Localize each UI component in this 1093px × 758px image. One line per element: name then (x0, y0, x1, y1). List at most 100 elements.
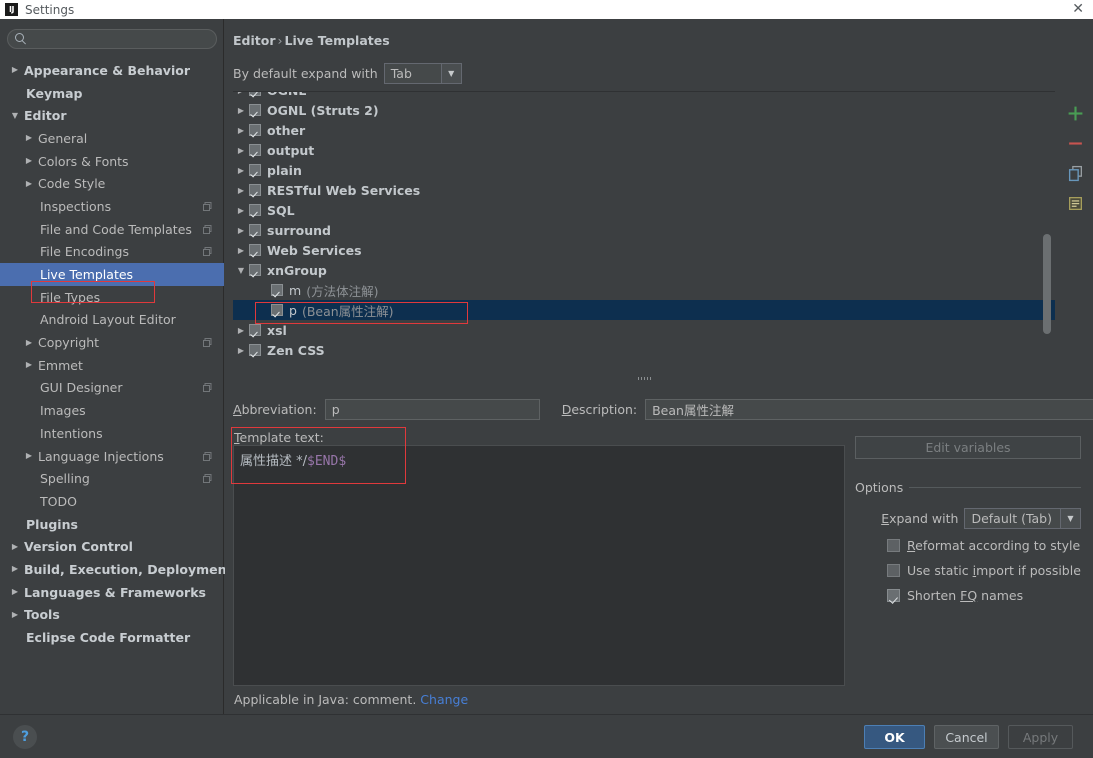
chevron-right-icon[interactable]: ▶ (10, 611, 20, 619)
chevron-right-icon[interactable]: ▶ (233, 126, 249, 135)
sidebar-item-file-encodings[interactable]: File Encodings (0, 241, 224, 264)
row-checkbox[interactable] (249, 104, 261, 116)
chevron-right-icon[interactable]: ▶ (24, 134, 34, 142)
apply-button[interactable]: Apply (1008, 725, 1073, 749)
sidebar-item-intentions[interactable]: Intentions (0, 422, 224, 445)
chevron-right-icon[interactable]: ▶ (10, 543, 20, 551)
search-input[interactable] (27, 32, 216, 46)
sidebar-item-gui-designer[interactable]: GUI Designer (0, 377, 224, 400)
row-checkbox[interactable] (249, 91, 261, 96)
tree-scrollbar-thumb[interactable] (1043, 234, 1051, 334)
sidebar-item-keymap[interactable]: Keymap (0, 82, 224, 105)
table-row[interactable]: ▶output (233, 140, 1055, 160)
chevron-right-icon[interactable]: ▶ (233, 186, 249, 195)
table-row[interactable]: ▶Zen CSS (233, 340, 1055, 360)
chevron-right-icon[interactable]: ▶ (233, 166, 249, 175)
chevron-right-icon[interactable]: ▶ (233, 346, 249, 355)
sidebar-item-file-and-code-templates[interactable]: File and Code Templates (0, 218, 224, 241)
checkbox-use-static-import[interactable]: Use static import if possible (887, 563, 1081, 578)
chevron-right-icon[interactable]: ▶ (233, 326, 249, 335)
close-icon[interactable]: ✕ (1072, 2, 1084, 16)
chevron-right-icon[interactable]: ▶ (24, 361, 34, 369)
table-row[interactable]: ▶plain (233, 160, 1055, 180)
row-checkbox[interactable] (249, 204, 261, 216)
sidebar-item-todo[interactable]: TODO (0, 490, 224, 513)
add-icon[interactable] (1067, 105, 1084, 122)
chevron-right-icon[interactable]: ▶ (10, 565, 20, 573)
sidebar-item-version-control[interactable]: ▶Version Control (0, 535, 224, 558)
table-row[interactable]: ▶surround (233, 220, 1055, 240)
sidebar-item-colors-fonts[interactable]: ▶Colors & Fonts (0, 150, 224, 173)
table-row[interactable]: ▶other (233, 120, 1055, 140)
row-checkbox[interactable] (249, 144, 261, 156)
expand-with-combo[interactable]: Default (Tab) ▼ (964, 508, 1081, 529)
sidebar-item-eclipse-code-formatter[interactable]: Eclipse Code Formatter (0, 626, 224, 649)
chevron-right-icon[interactable]: ▶ (24, 339, 34, 347)
sidebar-item-plugins[interactable]: Plugins (0, 513, 224, 536)
description-input[interactable]: Bean属性注解 (645, 399, 1093, 420)
chevron-down-icon[interactable]: ▼ (10, 112, 20, 120)
change-context-link[interactable]: Change (416, 692, 468, 707)
sidebar-item-code-style[interactable]: ▶Code Style (0, 172, 224, 195)
chevron-right-icon[interactable]: ▶ (24, 157, 34, 165)
row-checkbox[interactable] (249, 184, 261, 196)
chevron-right-icon[interactable]: ▶ (233, 246, 249, 255)
table-row[interactable]: ▶xsl (233, 320, 1055, 340)
chevron-right-icon[interactable]: ▶ (24, 452, 34, 460)
table-row[interactable]: p(Bean属性注解) (233, 300, 1055, 320)
table-row[interactable]: ▼xnGroup (233, 260, 1055, 280)
breadcrumb-parent[interactable]: Editor (233, 33, 276, 48)
sidebar-item-inspections[interactable]: Inspections (0, 195, 224, 218)
sidebar-item-editor[interactable]: ▼Editor (0, 104, 224, 127)
sidebar-item-build-execution-deployment[interactable]: ▶Build, Execution, Deployment (0, 558, 224, 581)
chevron-right-icon[interactable]: ▶ (233, 206, 249, 215)
copy-icon[interactable] (1067, 165, 1084, 182)
chevron-right-icon[interactable]: ▶ (233, 91, 249, 95)
sidebar-item-android-layout-editor[interactable]: Android Layout Editor (0, 309, 224, 332)
row-checkbox[interactable] (271, 304, 283, 316)
search-field[interactable] (7, 29, 217, 49)
row-checkbox[interactable] (249, 264, 261, 276)
remove-icon[interactable] (1067, 135, 1084, 152)
sidebar-item-tools[interactable]: ▶Tools (0, 604, 224, 627)
sidebar-item-live-templates[interactable]: Live Templates (0, 263, 224, 286)
tree-scrollbar-track[interactable] (1045, 94, 1053, 369)
checkbox-shorten-fq-names[interactable]: Shorten FQ names (887, 588, 1023, 603)
sidebar-item-appearance-behavior[interactable]: ▶Appearance & Behavior (0, 59, 224, 82)
chevron-right-icon[interactable]: ▶ (233, 146, 249, 155)
sidebar-item-emmet[interactable]: ▶Emmet (0, 354, 224, 377)
abbreviation-input[interactable]: p (325, 399, 540, 420)
chevron-right-icon[interactable]: ▶ (10, 588, 20, 596)
sidebar-item-copyright[interactable]: ▶Copyright (0, 331, 224, 354)
sidebar-item-file-types[interactable]: File Types (0, 286, 224, 309)
sidebar-item-images[interactable]: Images (0, 399, 224, 422)
help-button[interactable]: ? (13, 725, 37, 749)
sidebar-item-languages-frameworks[interactable]: ▶Languages & Frameworks (0, 581, 224, 604)
row-checkbox[interactable] (249, 244, 261, 256)
chevron-right-icon[interactable]: ▶ (24, 180, 34, 188)
cancel-button[interactable]: Cancel (934, 725, 999, 749)
row-checkbox[interactable] (249, 124, 261, 136)
duplicate-group-icon[interactable] (1067, 195, 1084, 212)
table-row[interactable]: m(方法体注解) (233, 280, 1055, 300)
table-row[interactable]: ▶Web Services (233, 240, 1055, 260)
table-row[interactable]: ▶OGNL (233, 91, 1055, 100)
sidebar-item-spelling[interactable]: Spelling (0, 467, 224, 490)
checkbox-reformat-according-to-style[interactable]: Reformat according to style (887, 538, 1080, 553)
default-expand-combo[interactable]: Tab ▼ (384, 63, 462, 84)
templates-tree[interactable]: ▶OGNL▶OGNL (Struts 2)▶other▶output▶plain… (233, 91, 1055, 371)
template-text-editor[interactable]: 属性描述 */$END$ (233, 445, 845, 686)
chevron-right-icon[interactable]: ▶ (233, 226, 249, 235)
row-checkbox[interactable] (249, 324, 261, 336)
row-checkbox[interactable] (249, 164, 261, 176)
chevron-right-icon[interactable]: ▶ (10, 66, 20, 74)
chevron-right-icon[interactable]: ▶ (233, 106, 249, 115)
table-row[interactable]: ▶RESTful Web Services (233, 180, 1055, 200)
row-checkbox[interactable] (249, 344, 261, 356)
ok-button[interactable]: OK (864, 725, 925, 749)
sidebar-item-general[interactable]: ▶General (0, 127, 224, 150)
sidebar-item-language-injections[interactable]: ▶Language Injections (0, 445, 224, 468)
row-checkbox[interactable] (249, 224, 261, 236)
table-row[interactable]: ▶SQL (233, 200, 1055, 220)
row-checkbox[interactable] (271, 284, 283, 296)
